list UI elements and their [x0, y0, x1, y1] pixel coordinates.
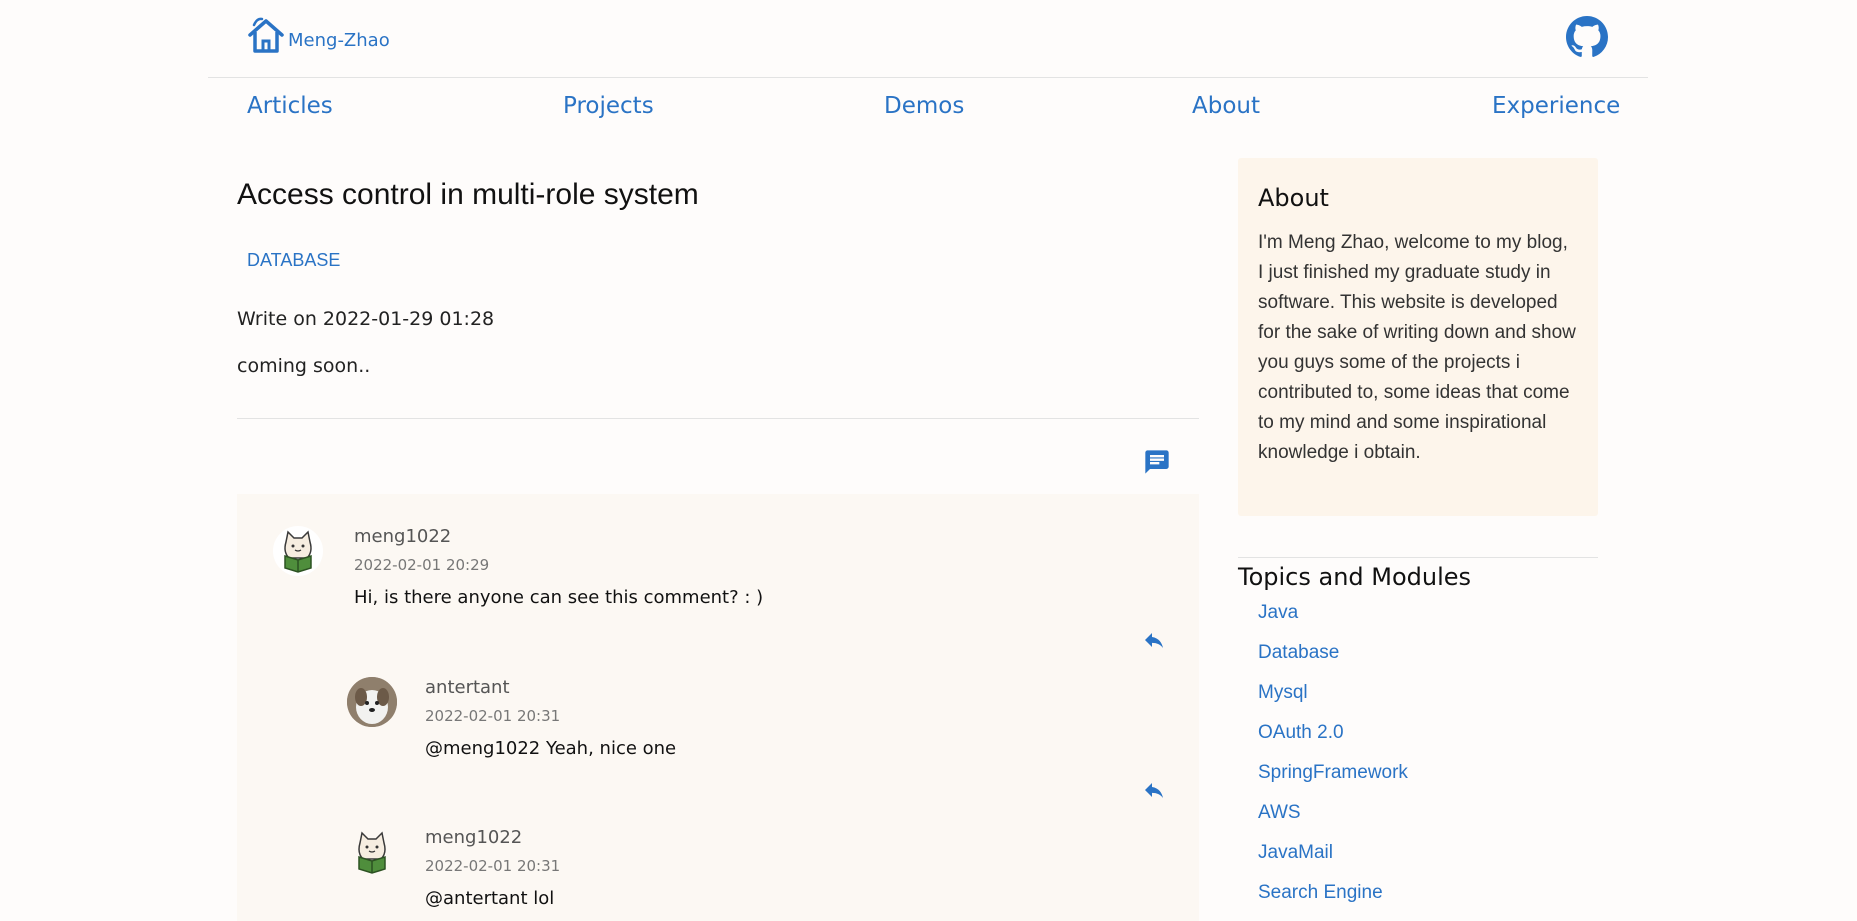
topic-link-mysql[interactable]: Mysql: [1258, 682, 1308, 704]
topic-link-javamail[interactable]: JavaMail: [1258, 842, 1333, 864]
topic-link-search-engine[interactable]: Search Engine: [1258, 882, 1383, 904]
post-content: coming soon..: [237, 355, 371, 377]
divider: [237, 418, 1199, 419]
post-title: Access control in multi-role system: [237, 178, 699, 211]
comment-username[interactable]: antertant: [425, 677, 510, 698]
topic-link-database[interactable]: Database: [1258, 642, 1339, 664]
comment-date: 2022-02-01 20:29: [354, 556, 490, 574]
nav-articles[interactable]: Articles: [247, 93, 333, 119]
topic-link-aws[interactable]: AWS: [1258, 802, 1301, 824]
nav-experience[interactable]: Experience: [1492, 93, 1620, 119]
home-logo-link[interactable]: Meng-Zhao: [246, 16, 390, 54]
comments-section: meng1022 2022-02-01 20:29 Hi, is there a…: [237, 494, 1199, 921]
nav-projects[interactable]: Projects: [563, 93, 654, 119]
post-date: Write on 2022-01-29 01:28: [237, 308, 495, 330]
comment-item: meng1022 2022-02-01 20:29 Hi, is there a…: [237, 494, 1199, 648]
comment-username[interactable]: meng1022: [354, 526, 451, 547]
comment-date: 2022-02-01 20:31: [425, 707, 561, 725]
comment-icon[interactable]: [1143, 448, 1171, 476]
dog-photo-avatar: [347, 677, 397, 727]
comment-username[interactable]: meng1022: [425, 827, 522, 848]
topic-link-springframework[interactable]: SpringFramework: [1258, 762, 1408, 784]
topics-title: Topics and Modules: [1238, 563, 1472, 591]
about-text: I'm Meng Zhao, welcome to my blog, I jus…: [1258, 232, 1576, 463]
about-title: About: [1258, 184, 1329, 212]
post-tag[interactable]: DATABASE: [247, 250, 340, 271]
nav-demos[interactable]: Demos: [884, 93, 964, 119]
comment-text: @antertant lol: [425, 888, 555, 909]
comment-text: @meng1022 Yeah, nice one: [425, 738, 677, 759]
topic-link-oauth[interactable]: OAuth 2.0: [1258, 722, 1344, 744]
divider: [1238, 557, 1598, 558]
comment-text: Hi, is there anyone can see this comment…: [354, 587, 764, 608]
about-panel: About I'm Meng Zhao, welcome to my blog,…: [1238, 158, 1598, 516]
topic-link-java[interactable]: Java: [1258, 602, 1298, 624]
main-nav: Articles Projects Demos About Experience: [208, 77, 1648, 137]
logo-text: Meng-Zhao: [288, 30, 390, 51]
comment-date: 2022-02-01 20:31: [425, 857, 561, 875]
site-header: Meng-Zhao: [208, 0, 1648, 78]
comment-item: antertant 2022-02-01 20:31 @meng1022 Yea…: [237, 644, 1199, 798]
home-icon: [248, 17, 284, 53]
nav-about[interactable]: About: [1192, 93, 1260, 119]
github-icon[interactable]: [1566, 16, 1608, 58]
cat-reading-avatar: [347, 827, 397, 877]
cat-reading-avatar: [273, 526, 323, 576]
comment-item: meng1022 2022-02-01 20:31 @antertant lol: [237, 794, 1199, 921]
